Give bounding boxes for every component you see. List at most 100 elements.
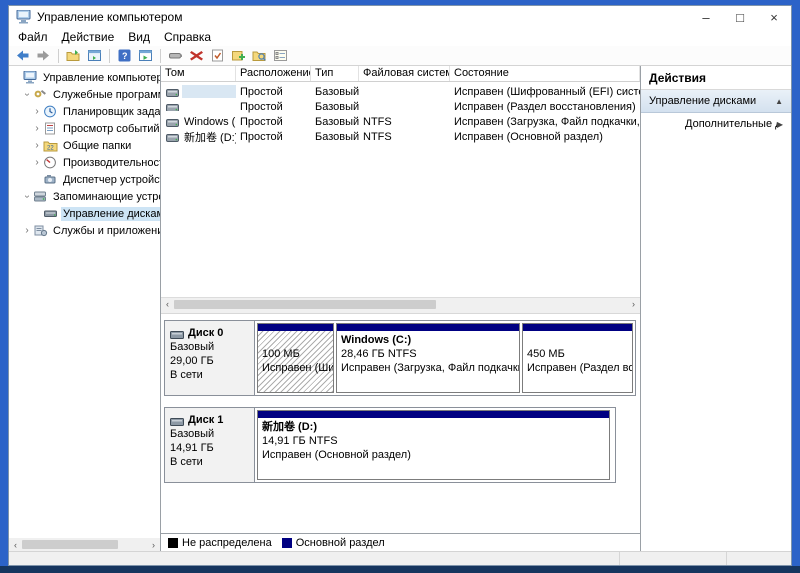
expand-arrow-icon[interactable]: › (22, 191, 33, 203)
delete-volume-icon[interactable] (188, 48, 205, 64)
status-segment (619, 552, 726, 565)
window-title: Управление компьютером (37, 10, 689, 24)
collapse-icon[interactable]: ▲ (775, 97, 783, 106)
actions-header: Действия (641, 66, 791, 90)
disk-status: В сети (170, 455, 250, 469)
expand-arrow-icon[interactable]: › (31, 157, 43, 168)
scroll-right-icon[interactable]: › (147, 538, 160, 551)
partition[interactable]: 新加卷 (D:)14,91 ГБ NTFSИсправен (Основной … (257, 410, 610, 480)
tree-item-performance[interactable]: › Производительность (9, 154, 160, 171)
partition-label (262, 333, 329, 347)
table-row[interactable]: ПростойБазовыйИсправен (Шифрованный (EFI… (161, 84, 640, 99)
back-icon[interactable] (14, 48, 31, 64)
volume-name: Windows (C:) (182, 116, 236, 128)
column-header-состояние[interactable]: Состояние (450, 66, 640, 81)
partition[interactable]: 450 МБИсправен (Раздел восстановления) (522, 323, 633, 393)
menu-вид[interactable]: Вид (121, 29, 157, 45)
check-mark-icon[interactable] (209, 48, 226, 64)
disk-label[interactable]: Диск 1Базовый14,91 ГБВ сети (165, 408, 255, 482)
tree-item-label: Диспетчер устройств (61, 173, 161, 187)
tree-item-scheduler[interactable]: ›Планировщик заданий (9, 103, 160, 120)
partition[interactable]: Windows (C:)28,46 ГБ NTFSИсправен (Загру… (336, 323, 520, 393)
partition-info: 新加卷 (D:)14,91 ГБ NTFSИсправен (Основной … (258, 418, 609, 479)
minimize-button[interactable]: – (689, 6, 723, 28)
expand-arrow-icon[interactable]: › (31, 106, 43, 117)
tree-item-label: Производительность (61, 156, 161, 170)
tree-item-storage[interactable]: ›Запоминающие устройст (9, 188, 160, 205)
partition-size: 14,91 ГБ NTFS (262, 434, 605, 448)
column-header-том[interactable]: Том (161, 66, 236, 81)
toolbar-separator (58, 49, 59, 63)
add-drive-icon[interactable] (230, 48, 247, 64)
tree-horizontal-scrollbar[interactable]: ‹ › (9, 538, 160, 551)
device-icon[interactable] (167, 48, 184, 64)
actions-group-disk-management[interactable]: Управление дисками ▲ (641, 90, 791, 113)
tree-item-device-manager[interactable]: Диспетчер устройств (9, 171, 160, 188)
tree-item-tools[interactable]: ›Служебные программы (9, 86, 160, 103)
legend-label: Основной раздел (296, 537, 385, 549)
disk-drive-icon (170, 416, 184, 424)
tree-item-disk[interactable]: Управление дисками (9, 205, 160, 222)
show-window-icon[interactable] (86, 48, 103, 64)
expand-arrow-icon[interactable]: › (21, 225, 33, 236)
close-button[interactable]: × (757, 6, 791, 28)
table-row[interactable]: 新加卷 (D:)ПростойБазовыйNTFSИсправен (Осно… (161, 129, 640, 144)
disk-type: Базовый (170, 427, 250, 441)
console-window-icon[interactable] (137, 48, 154, 64)
menu-файл[interactable]: Файл (11, 29, 55, 45)
table-row[interactable]: Windows (C:)ПростойБазовыйNTFSИсправен (… (161, 114, 640, 129)
partition-label: Windows (C:) (341, 333, 515, 347)
type-cell: Базовый (311, 131, 359, 143)
column-header-расположение[interactable]: Расположение (236, 66, 311, 81)
column-header-файловая-система[interactable]: Файловая система (359, 66, 450, 81)
storage-icon (33, 190, 48, 203)
expand-arrow-icon[interactable]: › (31, 140, 43, 151)
help-icon[interactable]: ? (116, 48, 133, 64)
partition[interactable]: 100 МБИсправен (Шифрованный (EFI) систем… (257, 323, 334, 393)
scrollbar-thumb[interactable] (174, 300, 436, 309)
toolbar-separator (109, 49, 110, 63)
forward-icon[interactable] (35, 48, 52, 64)
menu-действие[interactable]: Действие (55, 29, 122, 45)
tree-item-shared-folders[interactable]: ›22Общие папки (9, 137, 160, 154)
partition-color-band (258, 411, 609, 418)
svg-text:?: ? (122, 51, 128, 61)
disk-label[interactable]: Диск 0Базовый29,00 ГБВ сети (165, 321, 255, 395)
expand-arrow-icon[interactable]: › (22, 89, 33, 101)
table-row[interactable]: ПростойБазовыйИсправен (Раздел восстанов… (161, 99, 640, 114)
tree-item-computer[interactable]: Управление компьютером (л (9, 69, 160, 86)
actions-item-more-actions[interactable]: Дополнительные дей... ▶ (641, 113, 791, 135)
filesystem-cell: NTFS (359, 116, 450, 128)
partition-size: 100 МБ (262, 347, 329, 361)
status-cell: Исправен (Раздел восстановления) (450, 101, 640, 113)
legend-item: Основной раздел (282, 537, 385, 549)
tree-item-events[interactable]: ›Просмотр событий (9, 120, 160, 137)
computer-icon (23, 71, 38, 84)
status-segment (9, 552, 619, 565)
disk-type: Базовый (170, 340, 250, 354)
scroll-left-icon[interactable]: ‹ (9, 538, 22, 551)
disk-icon (43, 207, 58, 220)
export-icon[interactable] (65, 48, 82, 64)
scroll-left-icon[interactable]: ‹ (161, 298, 174, 311)
toolbar-separator (160, 49, 161, 63)
tree-item-services[interactable]: ›Службы и приложения (9, 222, 160, 239)
more-actions-label: Дополнительные дей... (685, 118, 777, 130)
properties-icon[interactable] (272, 48, 289, 64)
menubar: ФайлДействиеВидСправка (9, 28, 791, 46)
performance-icon (43, 156, 58, 169)
volumes-horizontal-scrollbar[interactable]: ‹ › (161, 297, 640, 310)
disk-drive-icon (170, 329, 184, 337)
explore-folder-icon[interactable] (251, 48, 268, 64)
maximize-button[interactable]: □ (723, 6, 757, 28)
partition-info: 100 МБИсправен (Шифрованный (EFI) систем… (258, 331, 333, 392)
scrollbar-thumb[interactable] (22, 540, 118, 549)
expand-arrow-icon[interactable]: › (31, 123, 43, 134)
disk-name: Диск 0 (170, 326, 250, 340)
scheduler-icon (43, 105, 58, 118)
column-header-тип[interactable]: Тип (311, 66, 359, 81)
partition-color-band (258, 324, 333, 331)
menu-справка[interactable]: Справка (157, 29, 218, 45)
scroll-right-icon[interactable]: › (627, 298, 640, 311)
disk-size: 29,00 ГБ (170, 354, 250, 368)
